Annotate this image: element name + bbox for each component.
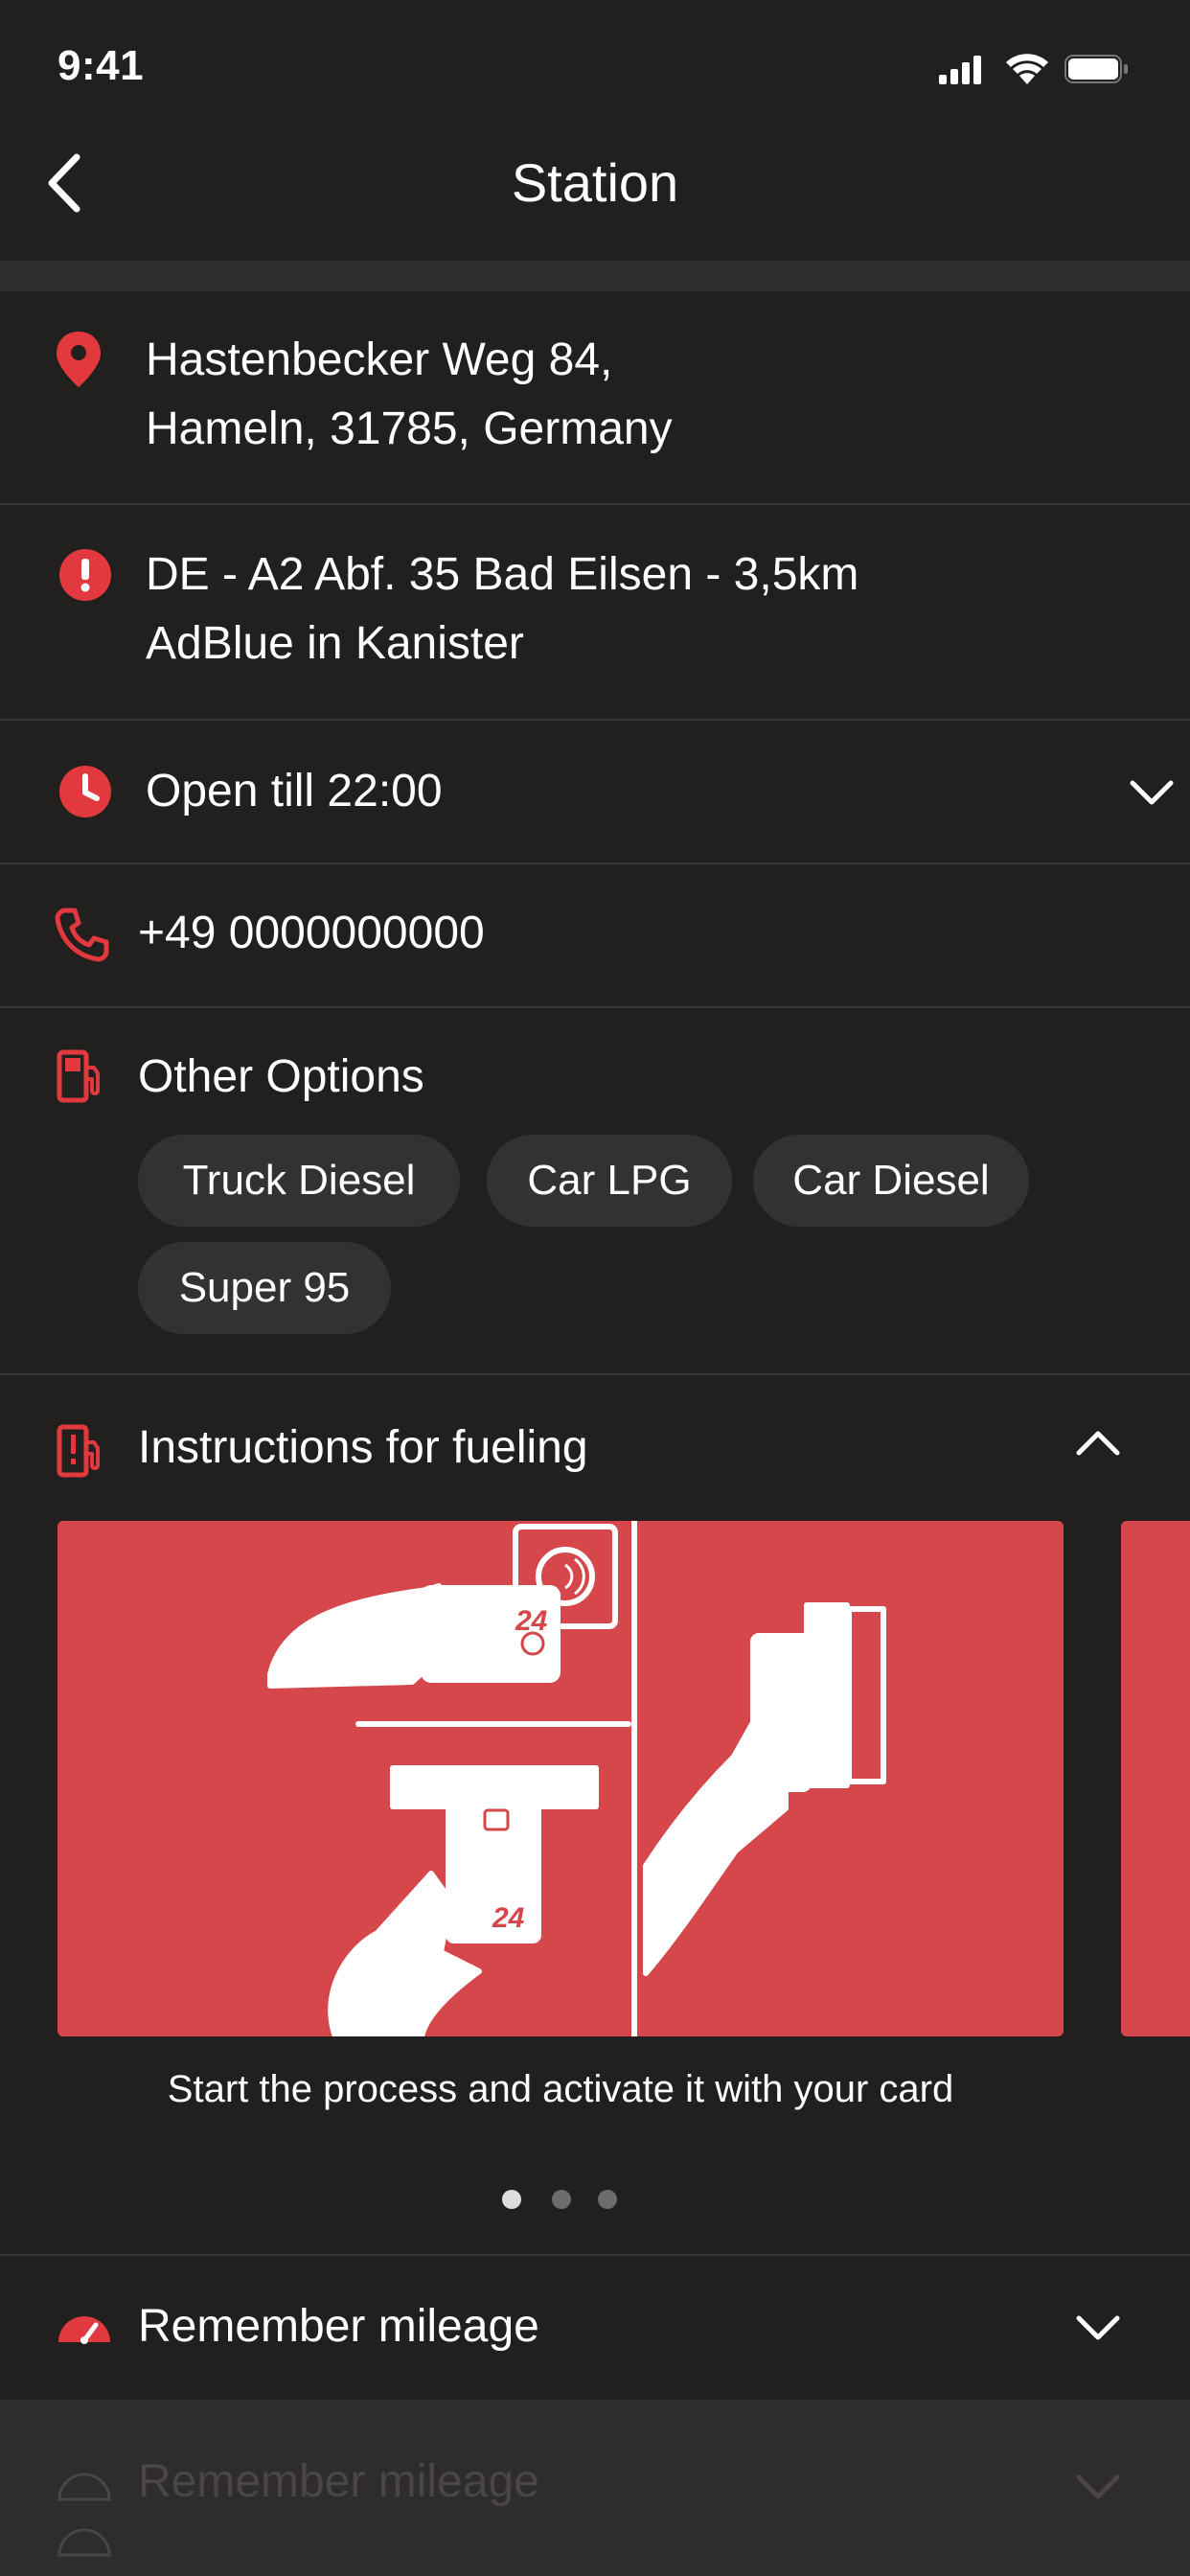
instructions-title: Instructions for fueling [138,1422,588,1473]
divider [0,1006,1190,1008]
alert-icon [57,547,113,608]
card-brand-text: 24 [492,1902,525,1934]
fuel-pump-icon [56,1048,103,1109]
next-instruction-card-peek[interactable] [1121,1521,1190,2036]
other-options-title: Other Options [138,1051,424,1102]
chevron-up-icon [1075,1429,1121,1462]
chevron-down-icon [1129,778,1175,812]
address-line-1: Hastenbecker Weg 84, [146,334,613,385]
remember-mileage-title: Remember mileage [138,2301,539,2352]
page-indicator-dot-active[interactable] [502,2190,521,2209]
page-indicator-dot[interactable] [552,2190,571,2209]
ghost-mileage-title: Remember mileage [138,2456,539,2507]
page-title: Station [511,152,679,213]
header-separator-band [0,261,1190,291]
opening-hours-label: Open till 22:00 [146,766,443,816]
signal-wifi-battery-icon [939,54,1128,84]
chevron-down-icon [1075,2313,1121,2347]
page-indicator-dot[interactable] [598,2190,617,2209]
notice-line-1: DE - A2 Abf. 35 Bad Eilsen - 3,5km [146,549,859,600]
speedometer-icon [56,2308,113,2351]
opening-hours-row[interactable]: Open till 22:00 [0,721,1190,862]
fuel-chip-truck-diesel[interactable]: Truck Diesel [138,1135,460,1227]
location-pin-icon [54,330,103,394]
address-text[interactable]: Hastenbecker Weg 84, Hameln, 31785, Germ… [146,326,673,464]
instruction-card[interactable]: 24 24 [57,1521,1064,2036]
ghost-mileage-row: Remember mileage [0,2400,1190,2576]
divider [0,862,1190,864]
fuel-pump-alert-icon [56,1423,103,1484]
instruction-caption: Start the process and activate it with y… [167,2068,954,2110]
status-time: 9:41 [57,42,145,89]
card-payment-illustration: 24 24 [267,1521,886,2036]
notice-text: DE - A2 Abf. 35 Bad Eilsen - 3,5km AdBlu… [146,540,858,678]
phone-icon [54,907,109,967]
remember-mileage-row[interactable]: Remember mileage [0,2256,1190,2400]
notice-line-2: AdBlue in Kanister [146,618,524,669]
phone-number-link[interactable]: +49 0000000000 [138,899,485,968]
status-icons [939,50,1131,88]
speedometer-outline-icon [56,2467,113,2567]
fuel-chip-super-95[interactable]: Super 95 [138,1242,391,1334]
instructions-header[interactable]: Instructions for fueling [0,1375,1190,1511]
fuel-chip-car-diesel[interactable]: Car Diesel [753,1135,1029,1227]
divider [0,503,1190,505]
address-line-2: Hameln, 31785, Germany [146,403,673,454]
chevron-down-icon [1075,2472,1121,2506]
fuel-chip-car-lpg[interactable]: Car LPG [487,1135,732,1227]
clock-icon [57,764,113,824]
